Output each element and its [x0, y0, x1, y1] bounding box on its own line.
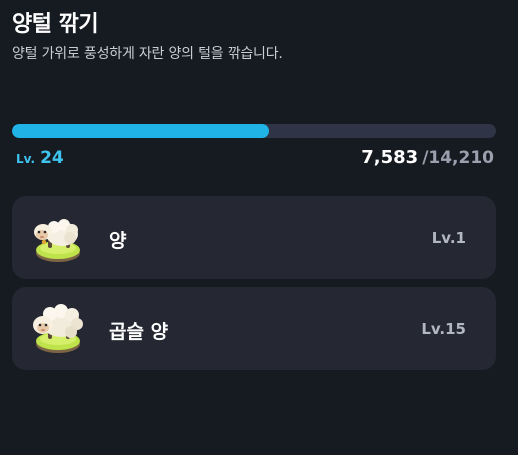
- sheep-name: 양: [109, 230, 127, 252]
- page-title: 양털 깎기: [12, 12, 99, 37]
- curly-sheep-icon: [26, 295, 90, 359]
- curly-sheep-card[interactable]: 곱슬 양 Lv.15: [12, 287, 496, 370]
- sheep-level: Lv.1: [431, 229, 466, 247]
- experience-max: /14,210: [422, 148, 494, 168]
- current-level: Lv. 24: [16, 148, 64, 168]
- curly-sheep-level: Lv.15: [421, 320, 466, 338]
- page-description: 양털 가위로 풍성하게 자란 양의 털을 깎습니다.: [12, 46, 283, 62]
- sheep-card[interactable]: 양 Lv.1: [12, 196, 496, 279]
- sheep-icon: [26, 204, 90, 268]
- experience-current: 7,583: [361, 147, 419, 168]
- level-value: 24: [40, 148, 64, 168]
- experience-counter: 7,583 /14,210: [361, 147, 494, 168]
- experience-progress-bar: [12, 124, 496, 138]
- curly-sheep-name: 곱슬 양: [109, 321, 169, 343]
- experience-progress-fill: [12, 124, 269, 138]
- level-prefix: Lv.: [16, 152, 36, 166]
